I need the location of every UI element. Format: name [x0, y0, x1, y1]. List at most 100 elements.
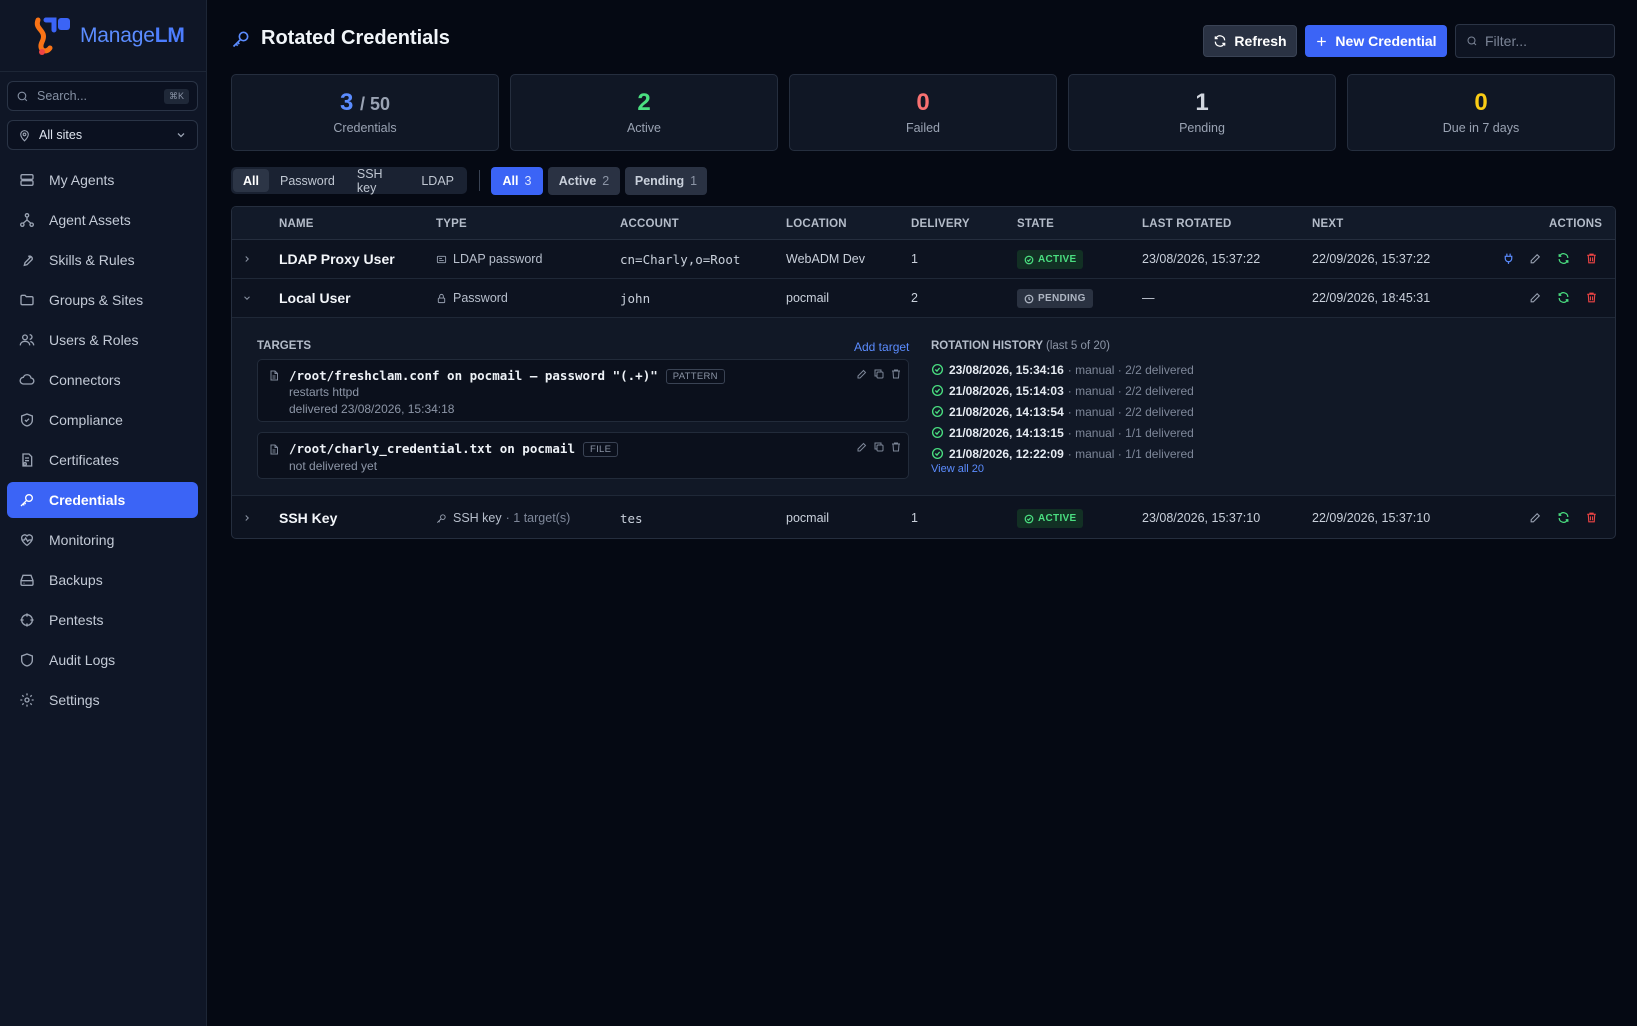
sidebar-item-label: My Agents [49, 172, 115, 188]
sidebar-item-audit-logs[interactable]: Audit Logs [7, 642, 198, 678]
brand-name: ManageLM [80, 23, 185, 47]
crosshair-icon [20, 613, 34, 627]
edit-icon[interactable] [856, 368, 868, 380]
type-label: Password [453, 291, 508, 305]
chip-label: Pending [634, 174, 685, 188]
trash-icon[interactable] [1585, 291, 1598, 304]
target-card: /root/charly_credential.txt on pocmail FI… [257, 432, 909, 479]
column-header-type[interactable]: TYPE [436, 218, 467, 230]
column-header-account[interactable]: ACCOUNT [620, 218, 679, 230]
credential-name[interactable]: SSH Key [279, 510, 337, 526]
rotate-icon[interactable] [1557, 252, 1570, 265]
credential-location: pocmail [786, 291, 830, 305]
credential-delivery: 1 [911, 511, 918, 525]
cloud-icon [19, 374, 35, 385]
sidebar-item-backups[interactable]: Backups [7, 562, 198, 598]
column-header-next[interactable]: NEXT [1312, 218, 1343, 230]
chip-count: 3 [524, 174, 532, 188]
credential-name[interactable]: LDAP Proxy User [279, 251, 395, 267]
list-item: 21/08/2026, 15:14:03 · manual · 2/2 deli… [931, 380, 1194, 401]
type-filter-all[interactable]: All [233, 169, 269, 192]
rotate-icon[interactable] [1557, 511, 1570, 524]
status-badge-label: ACTIVE [1038, 513, 1077, 524]
view-all-history-link[interactable]: View all 20 [931, 463, 984, 475]
state-filter-pending[interactable]: Pending 1 [625, 167, 707, 195]
rotate-icon[interactable] [1557, 291, 1570, 304]
column-header-delivery[interactable]: DELIVERY [911, 218, 970, 230]
edit-icon[interactable] [856, 441, 868, 453]
sidebar-item-label: Pentests [49, 612, 104, 628]
check-circle-icon [1024, 255, 1034, 264]
chevron-right-icon[interactable] [242, 513, 252, 523]
sidebar-item-skills-rules[interactable]: Skills & Rules [7, 242, 198, 278]
sidebar-item-credentials[interactable]: Credentials [7, 482, 198, 518]
sidebar-item-agent-assets[interactable]: Agent Assets [7, 202, 198, 238]
copy-icon[interactable] [873, 441, 885, 453]
chevron-right-icon[interactable] [242, 254, 252, 264]
sidebar-search-input[interactable]: Search... ⌘K [7, 81, 198, 111]
type-filter-ldap[interactable]: LDAP [410, 169, 465, 192]
state-filter-all[interactable]: All 3 [491, 167, 543, 195]
stat-value: 1 [1195, 89, 1209, 116]
column-header-last-rotated[interactable]: LAST ROTATED [1142, 218, 1232, 230]
sidebar-item-my-agents[interactable]: My Agents [7, 162, 198, 198]
plug-icon[interactable] [1502, 252, 1515, 265]
trash-icon[interactable] [890, 441, 902, 453]
sidebar-item-label: Groups & Sites [49, 292, 144, 308]
type-filter-password[interactable]: Password [269, 169, 346, 192]
rotation-history-list: 23/08/2026, 15:34:16 · manual · 2/2 deli… [931, 359, 1194, 464]
state-filter-active[interactable]: Active 2 [548, 167, 620, 195]
stat-card-due: 0 Due in 7 days [1347, 74, 1615, 151]
trash-icon[interactable] [1585, 252, 1598, 265]
shield-icon [21, 653, 33, 667]
folder-icon [20, 294, 34, 306]
edit-icon[interactable] [1529, 511, 1542, 524]
copy-icon[interactable] [873, 368, 885, 380]
filter-input[interactable]: Filter... [1455, 24, 1615, 58]
edit-icon[interactable] [1529, 252, 1542, 265]
check-circle-icon [931, 447, 944, 460]
column-header-location[interactable]: LOCATION [786, 218, 847, 230]
stat-label: Active [626, 121, 662, 135]
sidebar-item-groups-sites[interactable]: Groups & Sites [7, 282, 198, 318]
trash-icon[interactable] [1585, 511, 1598, 524]
credential-delivery: 2 [911, 291, 918, 305]
sidebar-item-certificates[interactable]: Certificates [7, 442, 198, 478]
rotation-history-title: ROTATION HISTORY (last 5 of 20) [931, 340, 1110, 352]
list-item: 21/08/2026, 14:13:54 · manual · 2/2 deli… [931, 401, 1194, 422]
file-icon [270, 444, 278, 455]
history-time: 21/08/2026, 14:13:54 [949, 404, 1064, 419]
sidebar-item-label: Credentials [49, 492, 126, 508]
sidebar-item-settings[interactable]: Settings [7, 682, 198, 718]
sidebar-item-monitoring[interactable]: Monitoring [7, 522, 198, 558]
sidebar-item-pentests[interactable]: Pentests [7, 602, 198, 638]
table-row[interactable]: Local User Password john pocmail 2 PENDI… [232, 279, 1615, 318]
table-row[interactable]: LDAP Proxy User LDAP password cn=Charly,… [232, 240, 1615, 279]
chevron-down-icon[interactable] [242, 293, 252, 303]
type-target-count: · 1 target(s) [505, 511, 571, 525]
sidebar-item-users-roles[interactable]: Users & Roles [7, 322, 198, 358]
new-credential-button[interactable]: New Credential [1305, 25, 1447, 57]
sidebar-item-label: Agent Assets [49, 212, 131, 228]
refresh-button[interactable]: Refresh [1203, 25, 1297, 57]
search-placeholder: Search... [37, 89, 88, 103]
stat-card-active: 2 Active [510, 74, 778, 151]
refresh-button-label: Refresh [1234, 33, 1287, 49]
target-actions [856, 441, 907, 453]
site-select[interactable]: All sites [7, 120, 198, 150]
credential-name[interactable]: Local User [279, 290, 351, 306]
type-label: LDAP password [453, 252, 543, 266]
column-header-name[interactable]: NAME [279, 218, 314, 230]
sidebar-item-compliance[interactable]: Compliance [7, 402, 198, 438]
check-circle-icon [1024, 514, 1034, 523]
edit-icon[interactable] [1529, 291, 1542, 304]
column-header-state[interactable]: STATE [1017, 218, 1054, 230]
stat-label: Due in 7 days [1442, 121, 1520, 135]
add-target-link[interactable]: Add target [854, 340, 909, 354]
table-row[interactable]: SSH Key SSH key · 1 target(s) tes pocmai… [232, 499, 1615, 538]
trash-icon[interactable] [890, 368, 902, 380]
brand-logo[interactable]: ManageLM [0, 0, 206, 72]
sidebar-item-connectors[interactable]: Connectors [7, 362, 198, 398]
sidebar-nav: My Agents Agent Assets Skills & Rules Gr… [7, 162, 198, 722]
type-filter-ssh-key[interactable]: SSH key [346, 167, 410, 195]
